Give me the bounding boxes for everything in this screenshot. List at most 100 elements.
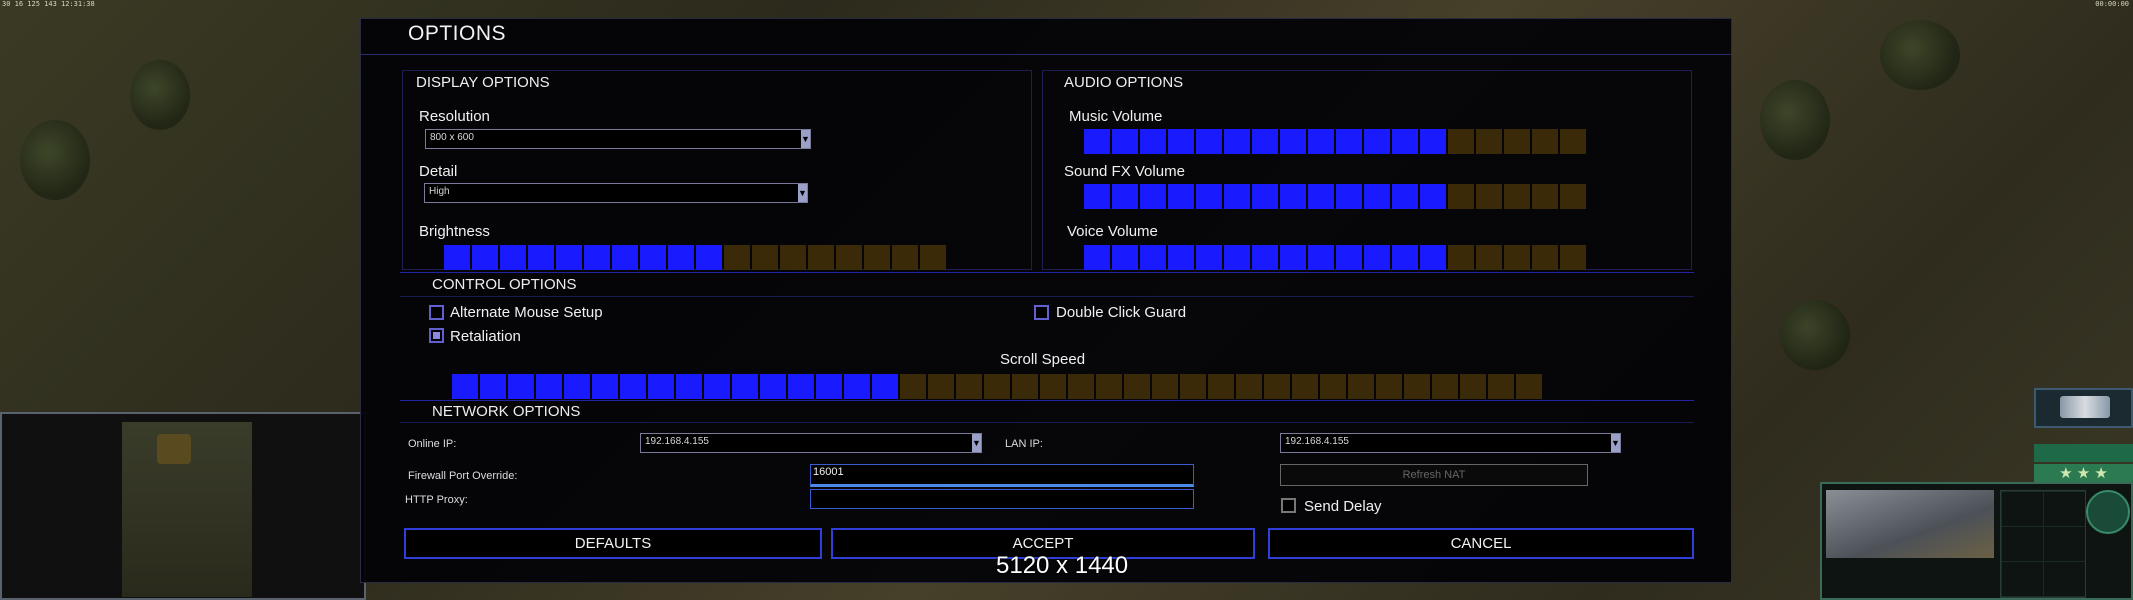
slider-segment[interactable] [1084,184,1110,209]
slider-segment[interactable] [668,245,694,270]
slider-segment[interactable] [1420,129,1446,154]
slider-segment[interactable] [928,374,954,399]
slider-segment[interactable] [1560,129,1586,154]
slider-segment[interactable] [500,245,526,270]
slider-segment[interactable] [1488,374,1514,399]
slider-segment[interactable] [1516,374,1542,399]
slider-segment[interactable] [1112,129,1138,154]
slider-segment[interactable] [620,374,646,399]
slider-segment[interactable] [1140,245,1166,270]
slider-segment[interactable] [1348,374,1374,399]
slider-segment[interactable] [1280,129,1306,154]
slider-segment[interactable] [584,245,610,270]
slider-segment[interactable] [1448,129,1474,154]
slider-segment[interactable] [836,245,862,270]
slider-segment[interactable] [1308,184,1334,209]
slider-segment[interactable] [1084,129,1110,154]
slider-segment[interactable] [788,374,814,399]
slider-segment[interactable] [1560,184,1586,209]
slider-segment[interactable] [1308,129,1334,154]
send-delay-checkbox[interactable] [1281,498,1296,513]
slider-segment[interactable] [1040,374,1066,399]
slider-segment[interactable] [1112,184,1138,209]
brightness-slider[interactable] [444,245,946,270]
slider-segment[interactable] [676,374,702,399]
slider-segment[interactable] [528,245,554,270]
command-grid[interactable] [2000,490,2086,598]
slider-segment[interactable] [556,245,582,270]
slider-segment[interactable] [864,245,890,270]
slider-segment[interactable] [1532,129,1558,154]
slider-segment[interactable] [472,245,498,270]
slider-segment[interactable] [1560,245,1586,270]
slider-segment[interactable] [1012,374,1038,399]
slider-segment[interactable] [1376,374,1402,399]
slider-segment[interactable] [1096,374,1122,399]
slider-segment[interactable] [1336,245,1362,270]
slider-segment[interactable] [872,374,898,399]
slider-segment[interactable] [1460,374,1486,399]
slider-segment[interactable] [844,374,870,399]
slider-segment[interactable] [1252,184,1278,209]
slider-segment[interactable] [1532,245,1558,270]
slider-segment[interactable] [696,245,722,270]
slider-segment[interactable] [1152,374,1178,399]
slider-segment[interactable] [920,245,946,270]
slider-segment[interactable] [1404,374,1430,399]
slider-segment[interactable] [1252,129,1278,154]
slider-segment[interactable] [956,374,982,399]
minimap[interactable] [0,412,366,600]
retaliation-checkbox[interactable] [429,328,444,343]
slider-segment[interactable] [1392,184,1418,209]
slider-segment[interactable] [1168,129,1194,154]
slider-segment[interactable] [1140,184,1166,209]
scroll-speed-slider[interactable] [452,374,1542,399]
slider-segment[interactable] [1364,129,1390,154]
slider-segment[interactable] [1196,129,1222,154]
slider-segment[interactable] [1392,245,1418,270]
slider-segment[interactable] [1432,374,1458,399]
slider-segment[interactable] [704,374,730,399]
slider-segment[interactable] [564,374,590,399]
slider-segment[interactable] [1068,374,1094,399]
slider-segment[interactable] [592,374,618,399]
slider-segment[interactable] [648,374,674,399]
double-click-checkbox[interactable] [1034,305,1049,320]
slider-segment[interactable] [1532,184,1558,209]
slider-segment[interactable] [1364,245,1390,270]
chevron-down-icon[interactable]: ▼ [801,130,810,148]
slider-segment[interactable] [1264,374,1290,399]
voice-volume-slider[interactable] [1084,245,1586,270]
slider-segment[interactable] [1308,245,1334,270]
lan-ip-dropdown[interactable]: 192.168.4.155 ▼ [1280,433,1621,453]
slider-segment[interactable] [1476,184,1502,209]
chevron-down-icon[interactable] [2034,444,2133,462]
chevron-down-icon[interactable]: ▼ [798,184,807,202]
slider-segment[interactable] [1420,245,1446,270]
slider-segment[interactable] [1336,184,1362,209]
slider-segment[interactable] [816,374,842,399]
slider-segment[interactable] [1292,374,1318,399]
slider-segment[interactable] [1320,374,1346,399]
slider-segment[interactable] [640,245,666,270]
slider-segment[interactable] [1504,129,1530,154]
slider-segment[interactable] [1224,129,1250,154]
sfx-volume-slider[interactable] [1084,184,1586,209]
slider-segment[interactable] [1124,374,1150,399]
alt-mouse-checkbox[interactable] [429,305,444,320]
slider-segment[interactable] [1168,245,1194,270]
slider-segment[interactable] [1236,374,1262,399]
slider-segment[interactable] [1224,245,1250,270]
slider-segment[interactable] [752,245,778,270]
slider-segment[interactable] [1196,184,1222,209]
slider-segment[interactable] [1196,245,1222,270]
http-proxy-input[interactable] [810,489,1194,509]
slider-segment[interactable] [480,374,506,399]
slider-segment[interactable] [452,374,478,399]
slider-segment[interactable] [1504,184,1530,209]
slider-segment[interactable] [612,245,638,270]
slider-segment[interactable] [1168,184,1194,209]
slider-segment[interactable] [1280,245,1306,270]
slider-segment[interactable] [1112,245,1138,270]
slider-segment[interactable] [732,374,758,399]
